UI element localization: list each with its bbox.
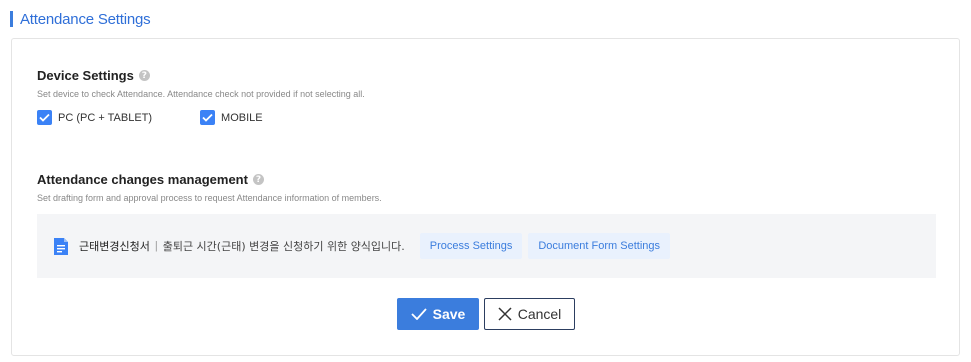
device-settings-title-text: Device Settings <box>37 68 134 83</box>
process-settings-button[interactable]: Process Settings <box>419 233 523 259</box>
help-icon[interactable]: ? <box>138 70 150 81</box>
save-button-label: Save <box>432 306 466 322</box>
check-icon <box>411 308 427 320</box>
changes-management-description: Set drafting form and approval process t… <box>37 193 382 203</box>
checkbox-mobile[interactable]: MOBILE <box>200 110 263 125</box>
check-icon[interactable] <box>200 110 216 125</box>
title-accent-bar <box>10 11 13 27</box>
form-name: 근태변경신청서 <box>79 240 150 253</box>
checkbox-pc[interactable]: PC (PC + TABLET) <box>37 110 152 125</box>
save-button[interactable]: Save <box>397 298 479 330</box>
cancel-button[interactable]: Cancel <box>484 298 575 330</box>
device-checkbox-group: PC (PC + TABLET) MOBILE <box>37 110 311 125</box>
checkbox-mobile-label: MOBILE <box>221 111 263 124</box>
separator: | <box>154 240 158 252</box>
device-settings-description: Set device to check Attendance. Attendan… <box>37 89 365 99</box>
document-form-settings-button[interactable]: Document Form Settings <box>528 233 670 259</box>
changes-management-title: Attendance changes management ? <box>37 172 264 187</box>
help-icon[interactable]: ? <box>252 174 264 185</box>
changes-management-title-text: Attendance changes management <box>37 172 248 187</box>
page-header: Attendance Settings <box>10 9 151 29</box>
form-row: 근태변경신청서 | 출퇴근 시간(근태) 변경을 신청하기 위한 양식입니다. … <box>37 214 936 278</box>
form-description: 출퇴근 시간(근태) 변경을 신청하기 위한 양식입니다. <box>162 240 405 253</box>
document-icon <box>54 237 68 255</box>
page-title: Attendance Settings <box>20 10 151 28</box>
close-icon <box>498 307 512 321</box>
cancel-button-label: Cancel <box>517 306 562 322</box>
device-settings-title: Device Settings ? <box>37 68 150 83</box>
check-icon[interactable] <box>37 110 52 125</box>
checkbox-pc-label: PC (PC + TABLET) <box>58 111 153 124</box>
